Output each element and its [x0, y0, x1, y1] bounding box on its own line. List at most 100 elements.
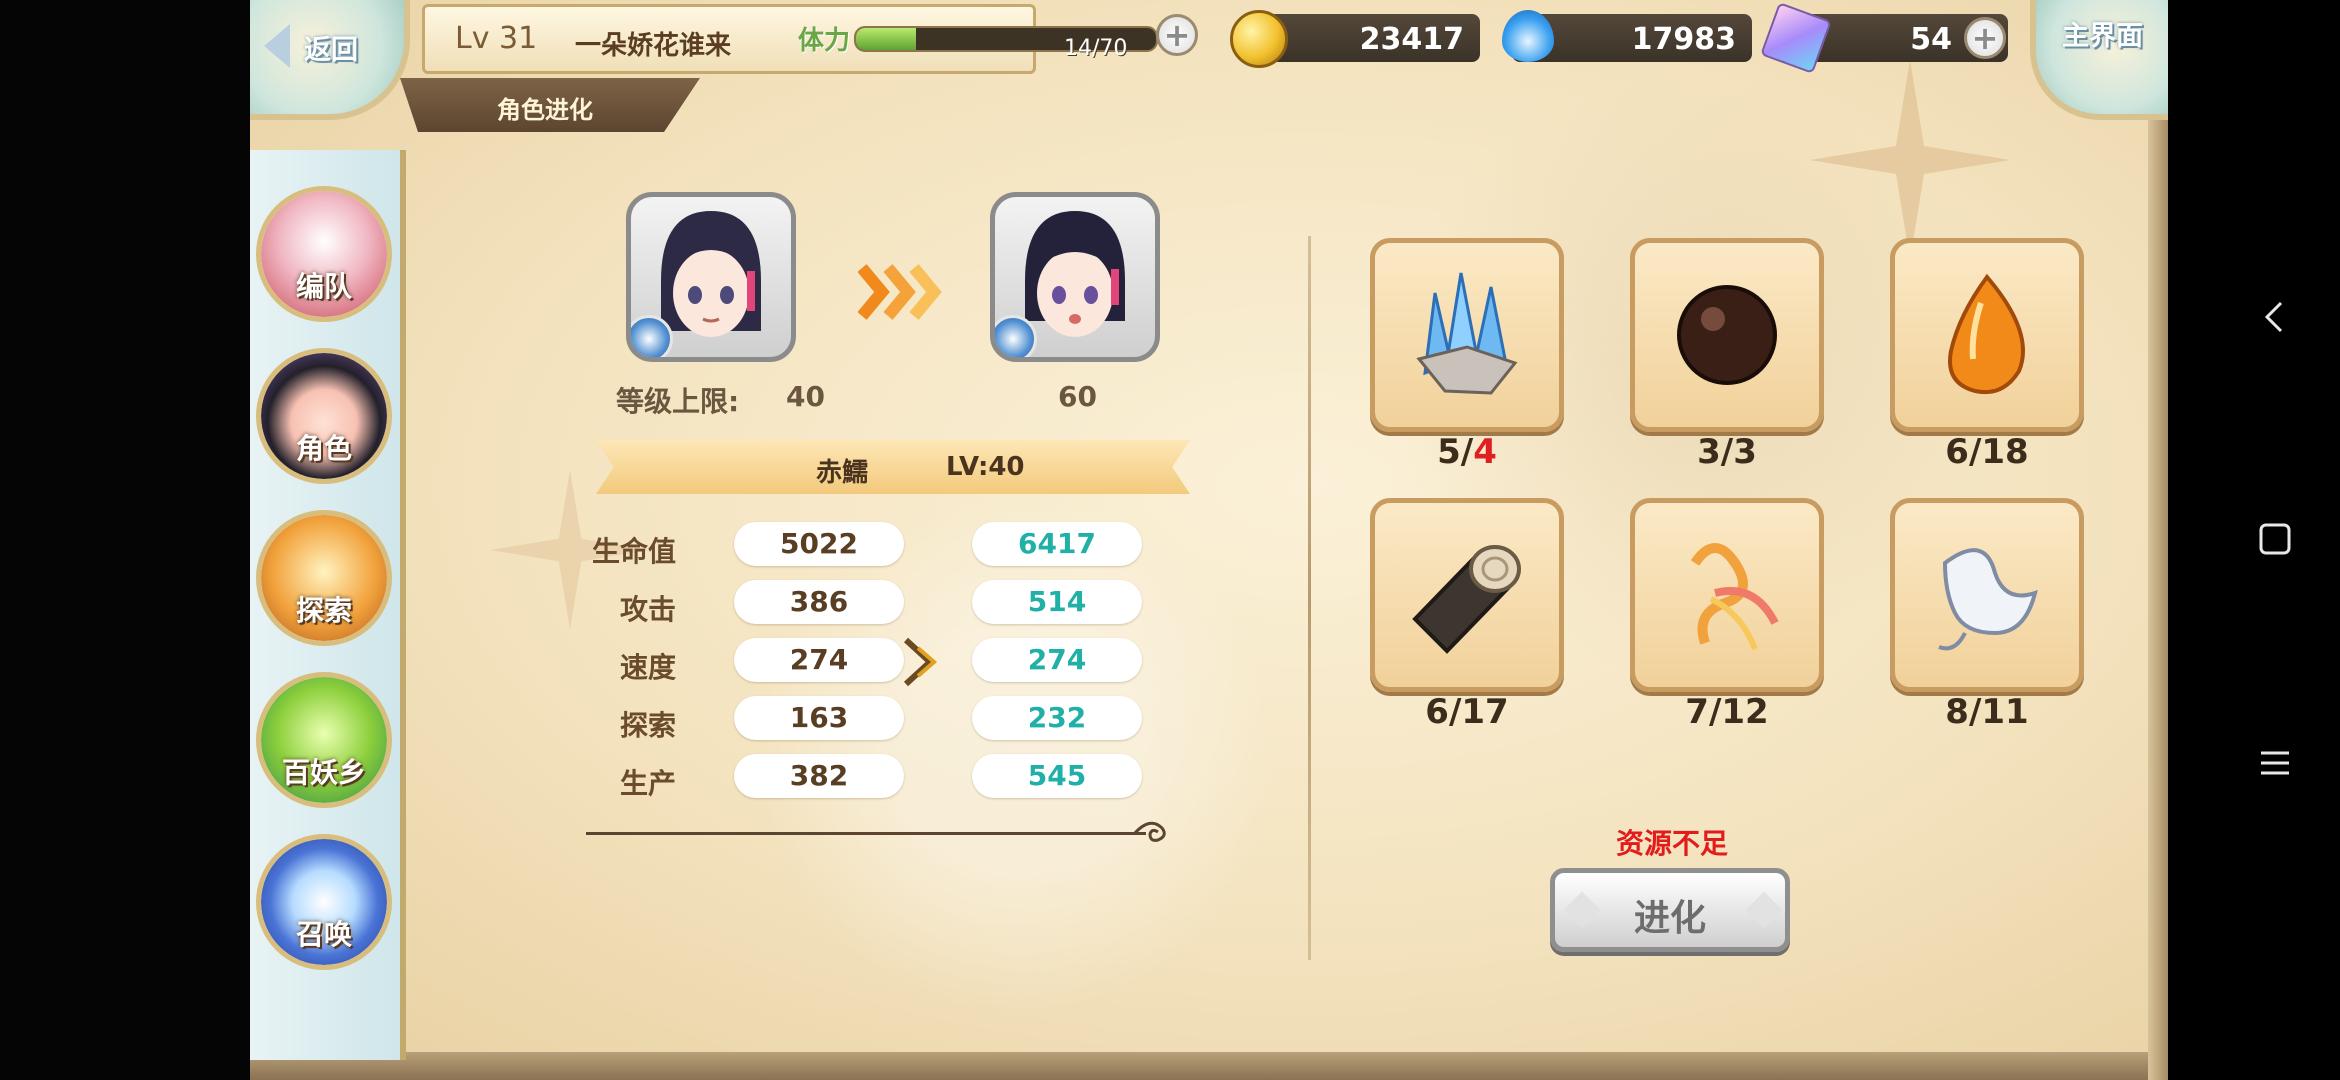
star-decoration	[1810, 60, 2010, 260]
stat-next-value: 274	[972, 638, 1142, 682]
fire-seed-icon	[1948, 273, 2025, 394]
gold-counter: 23417	[1230, 10, 1480, 68]
stat-next-value: 514	[972, 580, 1142, 624]
stat-row-speed: 速度 274 274	[596, 638, 1142, 684]
blue-flame-icon	[1502, 10, 1554, 62]
evolve-arrow-icon	[858, 264, 942, 320]
gold-value: 23417	[1359, 22, 1464, 57]
back-button[interactable]: 返回	[250, 0, 410, 120]
sidebar: 编队 角色 探索 百妖乡 召唤	[250, 150, 406, 1060]
crystal-icon	[1760, 2, 1832, 74]
stat-current-value: 382	[734, 754, 904, 798]
menu-icon	[2261, 751, 2289, 775]
page-title: 角色进化	[497, 96, 593, 124]
plus-icon: +	[1163, 16, 1191, 54]
divider-line	[586, 832, 1146, 835]
stat-next-value: 6417	[972, 522, 1142, 566]
white-spirit-icon	[1938, 548, 2038, 651]
stat-current-value: 386	[734, 580, 904, 624]
character-name: 赤鱬	[816, 458, 869, 488]
level-cap-next: 60	[1058, 380, 1097, 413]
stat-label: 探索	[619, 709, 676, 742]
player-level: Lv 31	[455, 21, 538, 56]
sidebar-item-explore[interactable]: 探索	[256, 510, 392, 646]
sidebar-item-team[interactable]: 编队	[256, 186, 392, 322]
material-count-4: 6/17	[1425, 692, 1509, 732]
stat-current-value: 274	[734, 638, 904, 682]
game-screen: 返回 Lv 31 一朵娇花谁来 体力 14/70 + 23417 17983 5…	[250, 0, 2168, 1080]
stat-current-value: 163	[734, 696, 904, 740]
material-slot-2[interactable]	[1630, 238, 1824, 432]
frame-bottom	[250, 1052, 2168, 1080]
square-icon	[2259, 523, 2291, 555]
stamina-label: 体力	[798, 26, 851, 56]
panel-divider	[1308, 236, 1311, 960]
material-slot-1[interactable]	[1370, 238, 1564, 432]
crystal-counter: 54 +	[1760, 2, 2008, 74]
material-count-6: 8/11	[1945, 692, 2029, 732]
sidebar-item-label: 角色	[295, 432, 352, 465]
gold-coin-icon	[1230, 10, 1288, 68]
material-slot-5[interactable]	[1630, 498, 1824, 692]
swirl-ornament-icon	[1132, 821, 1166, 842]
plus-icon: +	[1971, 19, 1999, 57]
character-name-ribbon: 赤鱬 LV:40	[596, 440, 1190, 494]
system-back-button[interactable]	[2242, 284, 2308, 350]
top-bar: 返回 Lv 31 一朵娇花谁来 体力 14/70 + 23417 17983 5…	[250, 0, 2168, 120]
stat-arrow-icon	[903, 637, 938, 687]
sidebar-item-label: 探索	[295, 594, 352, 627]
level-cap-label: 等级上限:	[616, 385, 740, 418]
sidebar-item-label: 百妖乡	[281, 756, 366, 789]
stat-label: 生命值	[591, 535, 676, 568]
frame-right	[2148, 0, 2168, 1080]
wood-log-icon	[1412, 545, 1521, 654]
player-name: 一朵娇花谁来	[575, 31, 732, 61]
sidebar-item-village[interactable]: 百妖乡	[256, 672, 392, 808]
add-crystal-button[interactable]: +	[1964, 17, 2006, 59]
material-slot-4[interactable]	[1370, 498, 1564, 692]
current-form-portrait	[626, 192, 796, 362]
system-home-button[interactable]	[2242, 506, 2308, 572]
stat-label: 生产	[619, 767, 676, 800]
evolved-form-portrait	[990, 192, 1160, 362]
home-button[interactable]: 主界面	[2030, 0, 2168, 120]
material-slot-3[interactable]	[1890, 238, 2084, 432]
stat-label: 速度	[619, 651, 676, 684]
sidebar-item-label: 召唤	[295, 918, 352, 951]
sidebar-item-character[interactable]: 角色	[256, 348, 392, 484]
home-button-label: 主界面	[2062, 21, 2143, 52]
ice-crystal-icon	[1416, 272, 1518, 395]
character-level: LV:40	[946, 452, 1025, 482]
stamina-value: 14/70	[1064, 36, 1128, 61]
ribbon-charm-icon	[1690, 543, 1779, 651]
stat-row-hp: 生命值 5022 6417	[592, 522, 1142, 568]
system-menu-button[interactable]	[2242, 730, 2308, 796]
stat-label: 攻击	[619, 593, 676, 626]
crystal-value: 54	[1910, 22, 1952, 57]
material-count-3: 6/18	[1945, 432, 2029, 472]
add-stamina-button[interactable]: +	[1156, 14, 1198, 56]
level-cap-current: 40	[786, 380, 825, 413]
back-button-label: 返回	[304, 35, 358, 66]
page-title-tag: 角色进化	[400, 78, 700, 132]
stat-row-explore: 探索 163 232	[596, 696, 1142, 742]
water-element-icon	[631, 315, 673, 357]
stat-current-value: 5022	[734, 522, 904, 566]
material-slot-6[interactable]	[1890, 498, 2084, 692]
insufficient-resources-warning: 资源不足	[1616, 827, 1729, 860]
stat-row-production: 生产 382 545	[596, 754, 1142, 800]
material-count-1: 5/4	[1437, 432, 1497, 472]
stat-next-value: 232	[972, 696, 1142, 740]
material-count-2: 3/3	[1697, 432, 1757, 472]
soul-fire-counter: 17983	[1502, 10, 1752, 62]
stat-next-value: 545	[972, 754, 1142, 798]
stamina-fill	[856, 28, 916, 50]
dark-orb-icon	[1677, 285, 1777, 385]
chevron-left-icon	[2264, 301, 2283, 333]
stat-row-attack: 攻击 386 514	[596, 580, 1142, 626]
stamina-meter: 体力 14/70 +	[798, 8, 1198, 64]
sidebar-item-summon[interactable]: 召唤	[256, 834, 392, 970]
water-element-icon	[995, 315, 1037, 357]
evolve-button[interactable]: 进化	[1550, 868, 1790, 952]
sidebar-item-label: 编队	[295, 270, 352, 303]
